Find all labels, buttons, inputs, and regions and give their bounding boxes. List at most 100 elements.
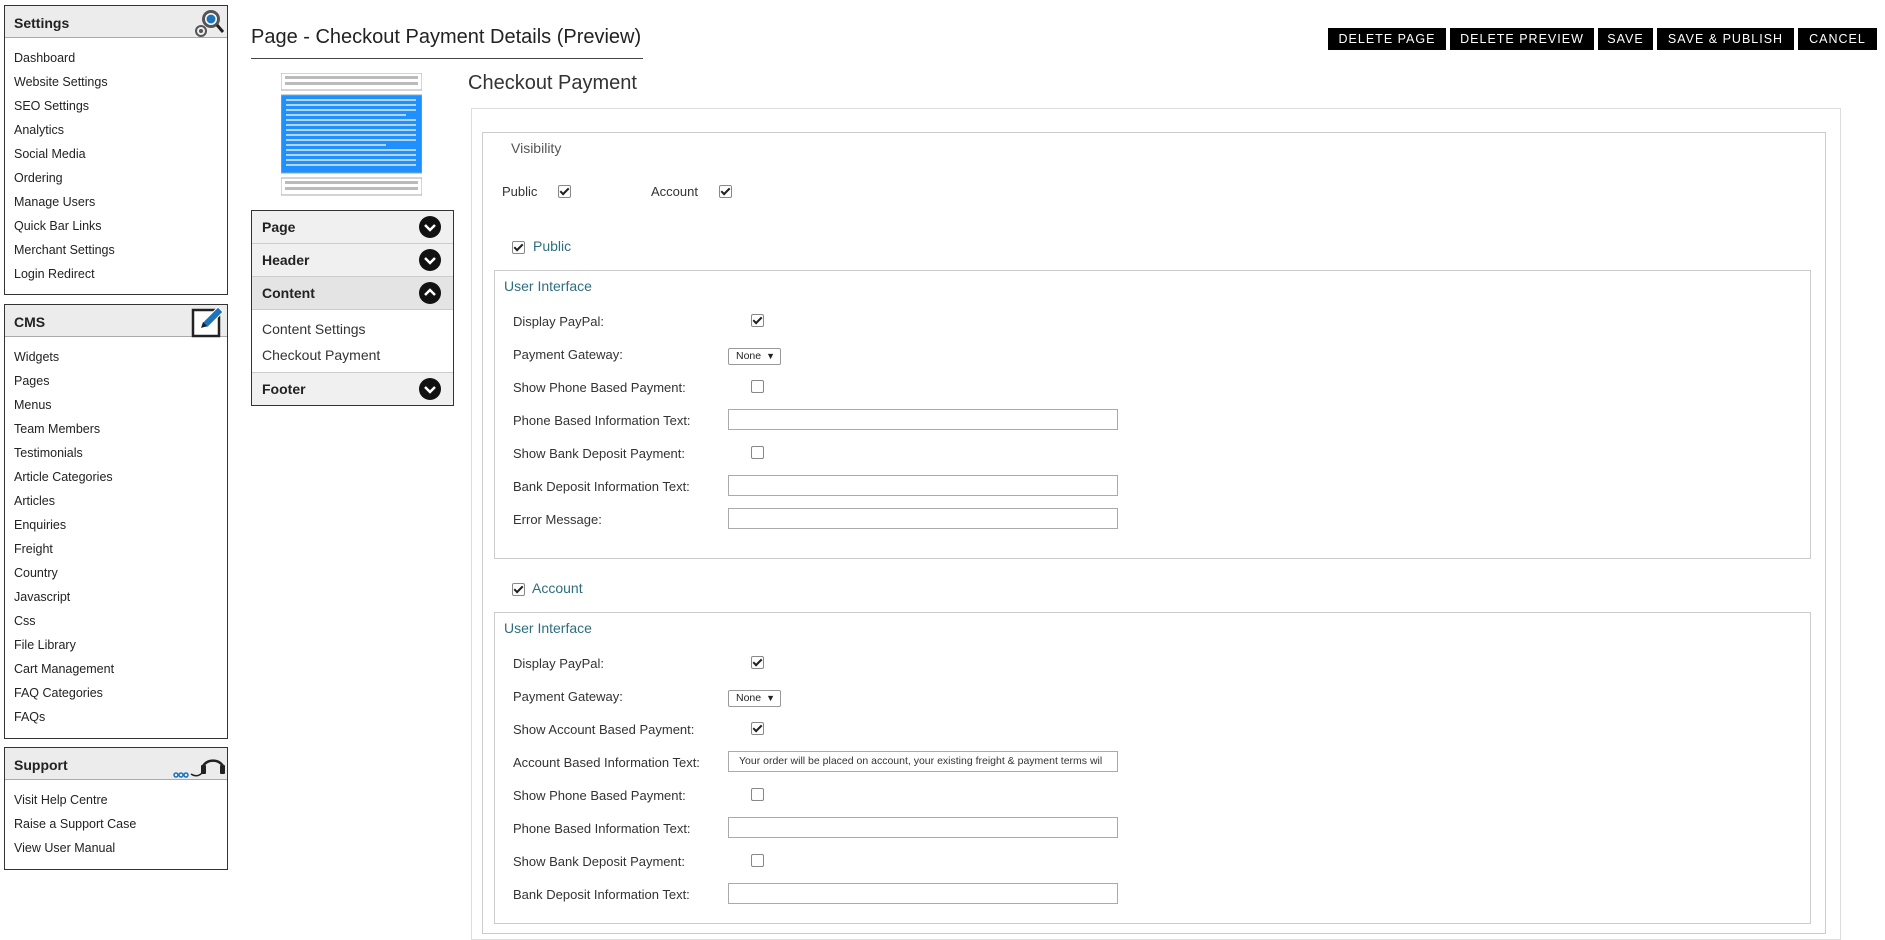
visibility-public-label: Public [502, 184, 538, 199]
public-bank-text-input[interactable] [728, 475, 1118, 496]
sidebar-item-merchant-settings[interactable]: Merchant Settings [5, 238, 227, 262]
account-show-bank-label: Show Bank Deposit Payment: [513, 854, 685, 869]
accordion-content-items: Content Settings Checkout Payment [252, 310, 453, 373]
accordion-content[interactable]: Content [252, 277, 453, 310]
sidebar-item-cart-management[interactable]: Cart Management [5, 657, 227, 681]
sidebar-item-faq-categories[interactable]: FAQ Categories [5, 681, 227, 705]
accordion-footer[interactable]: Footer [252, 373, 453, 405]
sidebar-item-pages[interactable]: Pages [5, 369, 227, 393]
cms-panel-header: CMS [5, 305, 227, 338]
delete-preview-button[interactable]: DELETE PREVIEW [1450, 28, 1594, 50]
account-show-account-checkbox[interactable] [751, 722, 764, 735]
settings-panel: Settings Dashboard Website Settings SEO Se… [4, 5, 228, 295]
content-settings-link[interactable]: Content Settings [262, 316, 453, 342]
sidebar-item-css[interactable]: Css [5, 609, 227, 633]
sidebar-item-widgets[interactable]: Widgets [5, 345, 227, 369]
accordion-header[interactable]: Header [252, 244, 453, 277]
page-sections-accordion: Page Header Content Content Settings Che… [251, 210, 454, 406]
public-error-input[interactable] [728, 508, 1118, 529]
save-publish-button[interactable]: SAVE & PUBLISH [1657, 28, 1794, 50]
support-panel-title: Support [14, 757, 68, 773]
sidebar-item-javascript[interactable]: Javascript [5, 585, 227, 609]
account-bank-text-label: Bank Deposit Information Text: [513, 887, 690, 902]
account-display-paypal-label: Display PayPal: [513, 656, 605, 671]
account-phone-text-input[interactable] [728, 817, 1118, 838]
public-show-phone-checkbox[interactable] [751, 380, 764, 393]
public-payment-gateway-select[interactable]: None ▼ [728, 348, 781, 365]
sidebar-item-raise-a-support-case[interactable]: Raise a Support Case [5, 812, 227, 836]
support-panel-header: Support [5, 748, 227, 780]
public-group-checkbox[interactable] [512, 241, 525, 254]
public-show-bank-checkbox[interactable] [751, 446, 764, 459]
account-show-account-label: Show Account Based Payment: [513, 722, 695, 737]
sidebar-item-enquiries[interactable]: Enquiries [5, 513, 227, 537]
sidebar-item-team-members[interactable]: Team Members [5, 417, 227, 441]
dropdown-arrow-icon: ▼ [766, 693, 775, 703]
sidebar-item-analytics[interactable]: Analytics [5, 118, 227, 142]
chevron-down-icon[interactable] [419, 216, 441, 238]
accordion-header-label: Header [262, 252, 310, 268]
sidebar-item-seo-settings[interactable]: SEO Settings [5, 94, 227, 118]
account-group-checkbox[interactable] [512, 583, 525, 596]
account-payment-gateway-select[interactable]: None ▼ [728, 690, 781, 707]
visibility-label: Visibility [511, 140, 562, 156]
account-group-title[interactable]: Account [532, 580, 583, 596]
public-group-title[interactable]: Public [533, 238, 571, 254]
sidebar-item-faqs[interactable]: FAQs [5, 705, 227, 729]
edit-icon [191, 305, 225, 341]
sidebar-item-file-library[interactable]: File Library [5, 633, 227, 657]
sidebar-item-menus[interactable]: Menus [5, 393, 227, 417]
settings-panel-header: Settings [5, 6, 227, 38]
account-show-phone-checkbox[interactable] [751, 788, 764, 801]
sidebar-item-dashboard[interactable]: Dashboard [5, 46, 227, 70]
sidebar-item-login-redirect[interactable]: Login Redirect [5, 262, 227, 286]
sidebar-item-website-settings[interactable]: Website Settings [5, 70, 227, 94]
sidebar-item-quick-bar-links[interactable]: Quick Bar Links [5, 214, 227, 238]
public-phone-text-input[interactable] [728, 409, 1118, 430]
public-ui-title: User Interface [504, 278, 592, 294]
chevron-down-icon[interactable] [419, 249, 441, 271]
sidebar-item-manage-users[interactable]: Manage Users [5, 190, 227, 214]
visibility-public-checkbox[interactable] [558, 185, 571, 198]
cms-panel-title: CMS [14, 314, 46, 330]
sidebar-item-visit-help-centre[interactable]: Visit Help Centre [5, 788, 227, 812]
title-divider [251, 58, 643, 59]
gear-search-icon [191, 7, 225, 42]
account-show-bank-checkbox[interactable] [751, 854, 764, 867]
cancel-button[interactable]: CANCEL [1798, 28, 1877, 50]
chevron-down-icon[interactable] [419, 378, 441, 400]
support-panel: Support Visit Help Centre Raise a Support… [4, 747, 228, 870]
settings-panel-title: Settings [14, 15, 70, 31]
section-title: Checkout Payment [468, 72, 637, 94]
dropdown-arrow-icon: ▼ [766, 351, 775, 361]
public-payment-gateway-value: None [736, 350, 762, 362]
save-button[interactable]: SAVE [1598, 28, 1653, 50]
sidebar-item-article-categories[interactable]: Article Categories [5, 465, 227, 489]
settings-menu: Dashboard Website Settings SEO Settings Ana… [5, 38, 227, 290]
support-menu: Visit Help Centre Raise a Support Case Vie… [5, 780, 227, 864]
public-show-phone-label: Show Phone Based Payment: [513, 380, 686, 395]
sidebar-item-testimonials[interactable]: Testimonials [5, 441, 227, 465]
sidebar-item-country[interactable]: Country [5, 561, 227, 585]
accordion-page-label: Page [262, 219, 296, 235]
account-display-paypal-checkbox[interactable] [751, 656, 764, 669]
cms-panel: CMS Widgets Pages Menus Team Members Testimo… [4, 304, 228, 739]
sidebar-item-social-media[interactable]: Social Media [5, 142, 227, 166]
delete-page-button[interactable]: DELETE PAGE [1328, 28, 1446, 50]
chevron-up-icon[interactable] [419, 282, 441, 304]
account-account-text-input[interactable]: Your order will be placed on account, yo… [728, 751, 1118, 772]
public-phone-text-label: Phone Based Information Text: [513, 413, 691, 428]
sidebar-item-freight[interactable]: Freight [5, 537, 227, 561]
sidebar-item-view-user-manual[interactable]: View User Manual [5, 836, 227, 860]
public-error-label: Error Message: [513, 512, 602, 527]
account-payment-gateway-label: Payment Gateway: [513, 689, 623, 704]
sidebar-item-ordering[interactable]: Ordering [5, 166, 227, 190]
account-payment-gateway-value: None [736, 692, 762, 704]
public-display-paypal-checkbox[interactable] [751, 314, 764, 327]
sidebar-item-articles[interactable]: Articles [5, 489, 227, 513]
page-layout-thumbnail [280, 72, 423, 197]
accordion-page[interactable]: Page [252, 211, 453, 244]
visibility-account-checkbox[interactable] [719, 185, 732, 198]
checkout-payment-link[interactable]: Checkout Payment [262, 342, 453, 368]
account-bank-text-input[interactable] [728, 883, 1118, 904]
